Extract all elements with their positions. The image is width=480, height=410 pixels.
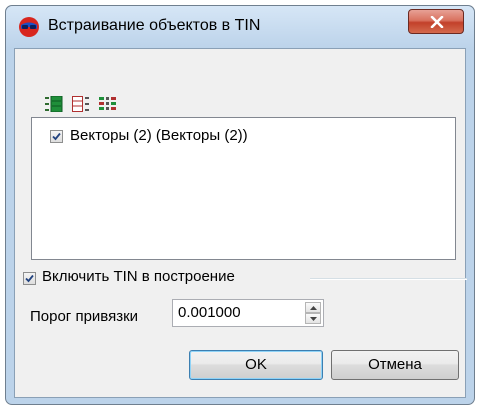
threshold-label: Порог привязки (30, 308, 139, 325)
spin-down-button[interactable] (305, 313, 321, 324)
arrow-down-icon (310, 317, 317, 321)
spin-up-button[interactable] (305, 302, 321, 313)
app-icon (19, 17, 39, 37)
include-tin-checkbox[interactable] (23, 272, 36, 285)
select-all-icon[interactable] (45, 96, 63, 112)
group-divider (310, 278, 467, 280)
list-item-label[interactable]: Векторы (2) (Векторы (2)) (70, 127, 248, 144)
spin-buttons (305, 302, 321, 324)
ok-button[interactable]: OK (189, 350, 323, 380)
invert-selection-icon[interactable] (99, 96, 117, 112)
threshold-spinbox[interactable]: 0.001000 (172, 299, 324, 327)
include-tin-label[interactable]: Включить TIN в построение (42, 268, 235, 285)
checkmark-icon (52, 132, 61, 141)
deselect-all-icon[interactable] (72, 96, 90, 112)
threshold-value[interactable]: 0.001000 (178, 304, 241, 321)
list-item-checkbox[interactable] (50, 130, 63, 143)
arrow-up-icon (310, 306, 317, 310)
title-bar[interactable]: Встраивание объектов в TIN (6, 6, 474, 48)
dialog-title: Встраивание объектов в TIN (48, 17, 261, 34)
checkmark-icon (25, 274, 34, 283)
cancel-button[interactable]: Отмена (331, 350, 459, 380)
close-icon (430, 16, 444, 28)
close-button[interactable] (408, 9, 464, 34)
